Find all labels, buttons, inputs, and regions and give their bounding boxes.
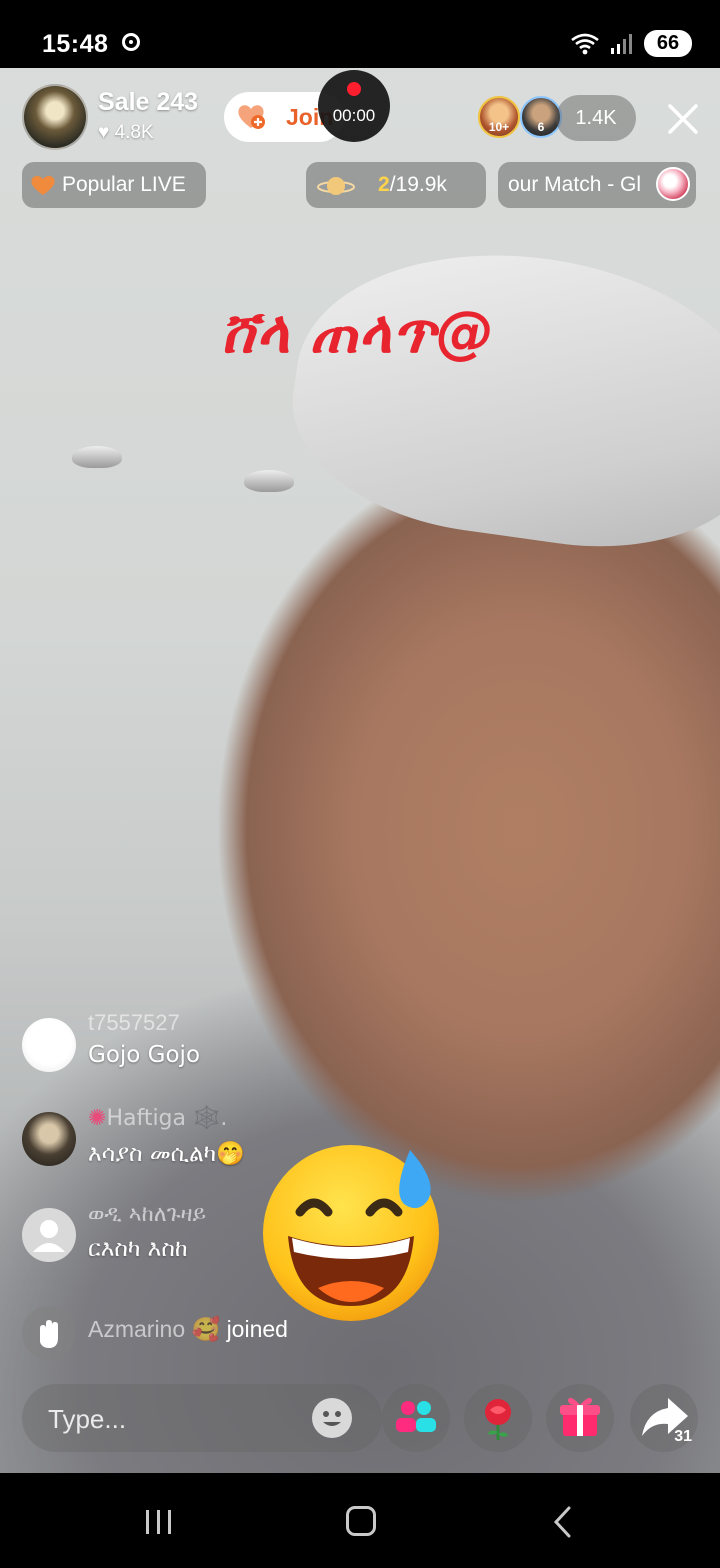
home-icon[interactable]	[346, 1506, 376, 1536]
host-likes-count: 4.8K	[114, 122, 154, 143]
top-viewer-avatar[interactable]: 10+	[478, 96, 520, 138]
flower-icon: ✺	[88, 1106, 107, 1131]
system-nav-bar	[0, 1473, 720, 1568]
record-time: 00:00	[332, 106, 376, 125]
comment-item[interactable]: t7557527 Gojo Gojo	[22, 1010, 462, 1072]
host-avatar[interactable]	[22, 84, 88, 150]
rose-gift-button[interactable]	[464, 1384, 532, 1452]
rose-icon	[485, 1399, 511, 1440]
viewer-badge: 6	[537, 120, 545, 134]
comment-input-bar[interactable]	[22, 1384, 382, 1452]
waving-hand-icon	[22, 1306, 76, 1360]
video-scene-hook	[72, 446, 122, 468]
video-scene-hook	[244, 470, 294, 492]
planet-progress: 2/19.9k	[378, 162, 447, 208]
viewer-count[interactable]: 1.4K	[556, 95, 636, 141]
status-time: 15:48	[42, 30, 109, 58]
viewer-badge: 10+	[488, 120, 510, 134]
status-bar: 15:48 66	[0, 0, 720, 68]
comment-input[interactable]	[46, 1396, 290, 1442]
battery-indicator: 66	[644, 30, 692, 57]
multi-guest-icon	[396, 1401, 436, 1432]
default-user-icon	[33, 1220, 65, 1252]
gift-icon	[560, 1397, 600, 1436]
match-chip[interactable]: our Match - Gl	[498, 162, 696, 208]
multi-guest-button[interactable]	[382, 1384, 450, 1452]
gift-button[interactable]	[546, 1384, 614, 1452]
video-scene-cap	[277, 226, 720, 570]
signal-icon	[611, 33, 632, 54]
comment-username[interactable]: ✺Haftiga 🕸️.	[88, 1106, 227, 1131]
popular-live-chip[interactable]: Popular LIVE	[22, 162, 206, 208]
planet-icon	[317, 177, 355, 195]
back-icon[interactable]	[552, 1505, 572, 1539]
comment-avatar[interactable]	[22, 1208, 76, 1262]
planet-goal-chip[interactable]: 2/19.9k	[306, 162, 486, 208]
screen-record-icon	[122, 33, 140, 51]
host-likes: ♥ 4.8K	[98, 122, 154, 144]
comment-username[interactable]: ወዲ ኣከለጉዛይ	[88, 1202, 206, 1227]
close-icon[interactable]	[662, 98, 704, 140]
planet-current: 2	[378, 173, 390, 196]
record-dot-icon	[347, 82, 361, 96]
grinning-sweat-emoji-icon	[263, 1145, 439, 1321]
match-ball-icon	[656, 167, 690, 201]
comment-avatar[interactable]	[22, 1112, 76, 1166]
comment-message: እሳያስ መሲልካ🤭	[88, 1141, 245, 1167]
popular-heart-icon	[31, 176, 55, 195]
planet-total: /19.9k	[389, 173, 447, 196]
join-event-user[interactable]: Azmarino 🥰	[88, 1316, 220, 1342]
comment-username[interactable]: t7557527	[88, 1010, 180, 1036]
share-button[interactable]: 31	[630, 1384, 698, 1452]
emoji-picker-icon[interactable]	[312, 1398, 352, 1438]
host-name: Sale 243	[98, 88, 199, 116]
heart-icon: ♥	[98, 122, 110, 143]
comment-message: Gojo Gojo	[88, 1042, 201, 1068]
record-timer[interactable]: 00:00	[318, 70, 390, 142]
status-right: 66	[570, 30, 692, 57]
comment-message: ርእስካ እስከ	[88, 1236, 188, 1262]
share-count: 31	[674, 1428, 692, 1445]
recents-icon[interactable]	[144, 1508, 174, 1536]
match-label: our Match - Gl	[508, 173, 642, 196]
heart-plus-icon	[238, 105, 265, 129]
stream-overlay-text: ሸላ ጠላጥ@	[220, 298, 495, 366]
comment-avatar[interactable]	[22, 1018, 76, 1072]
popular-live-label: Popular LIVE	[62, 173, 186, 196]
wifi-icon	[571, 33, 599, 54]
